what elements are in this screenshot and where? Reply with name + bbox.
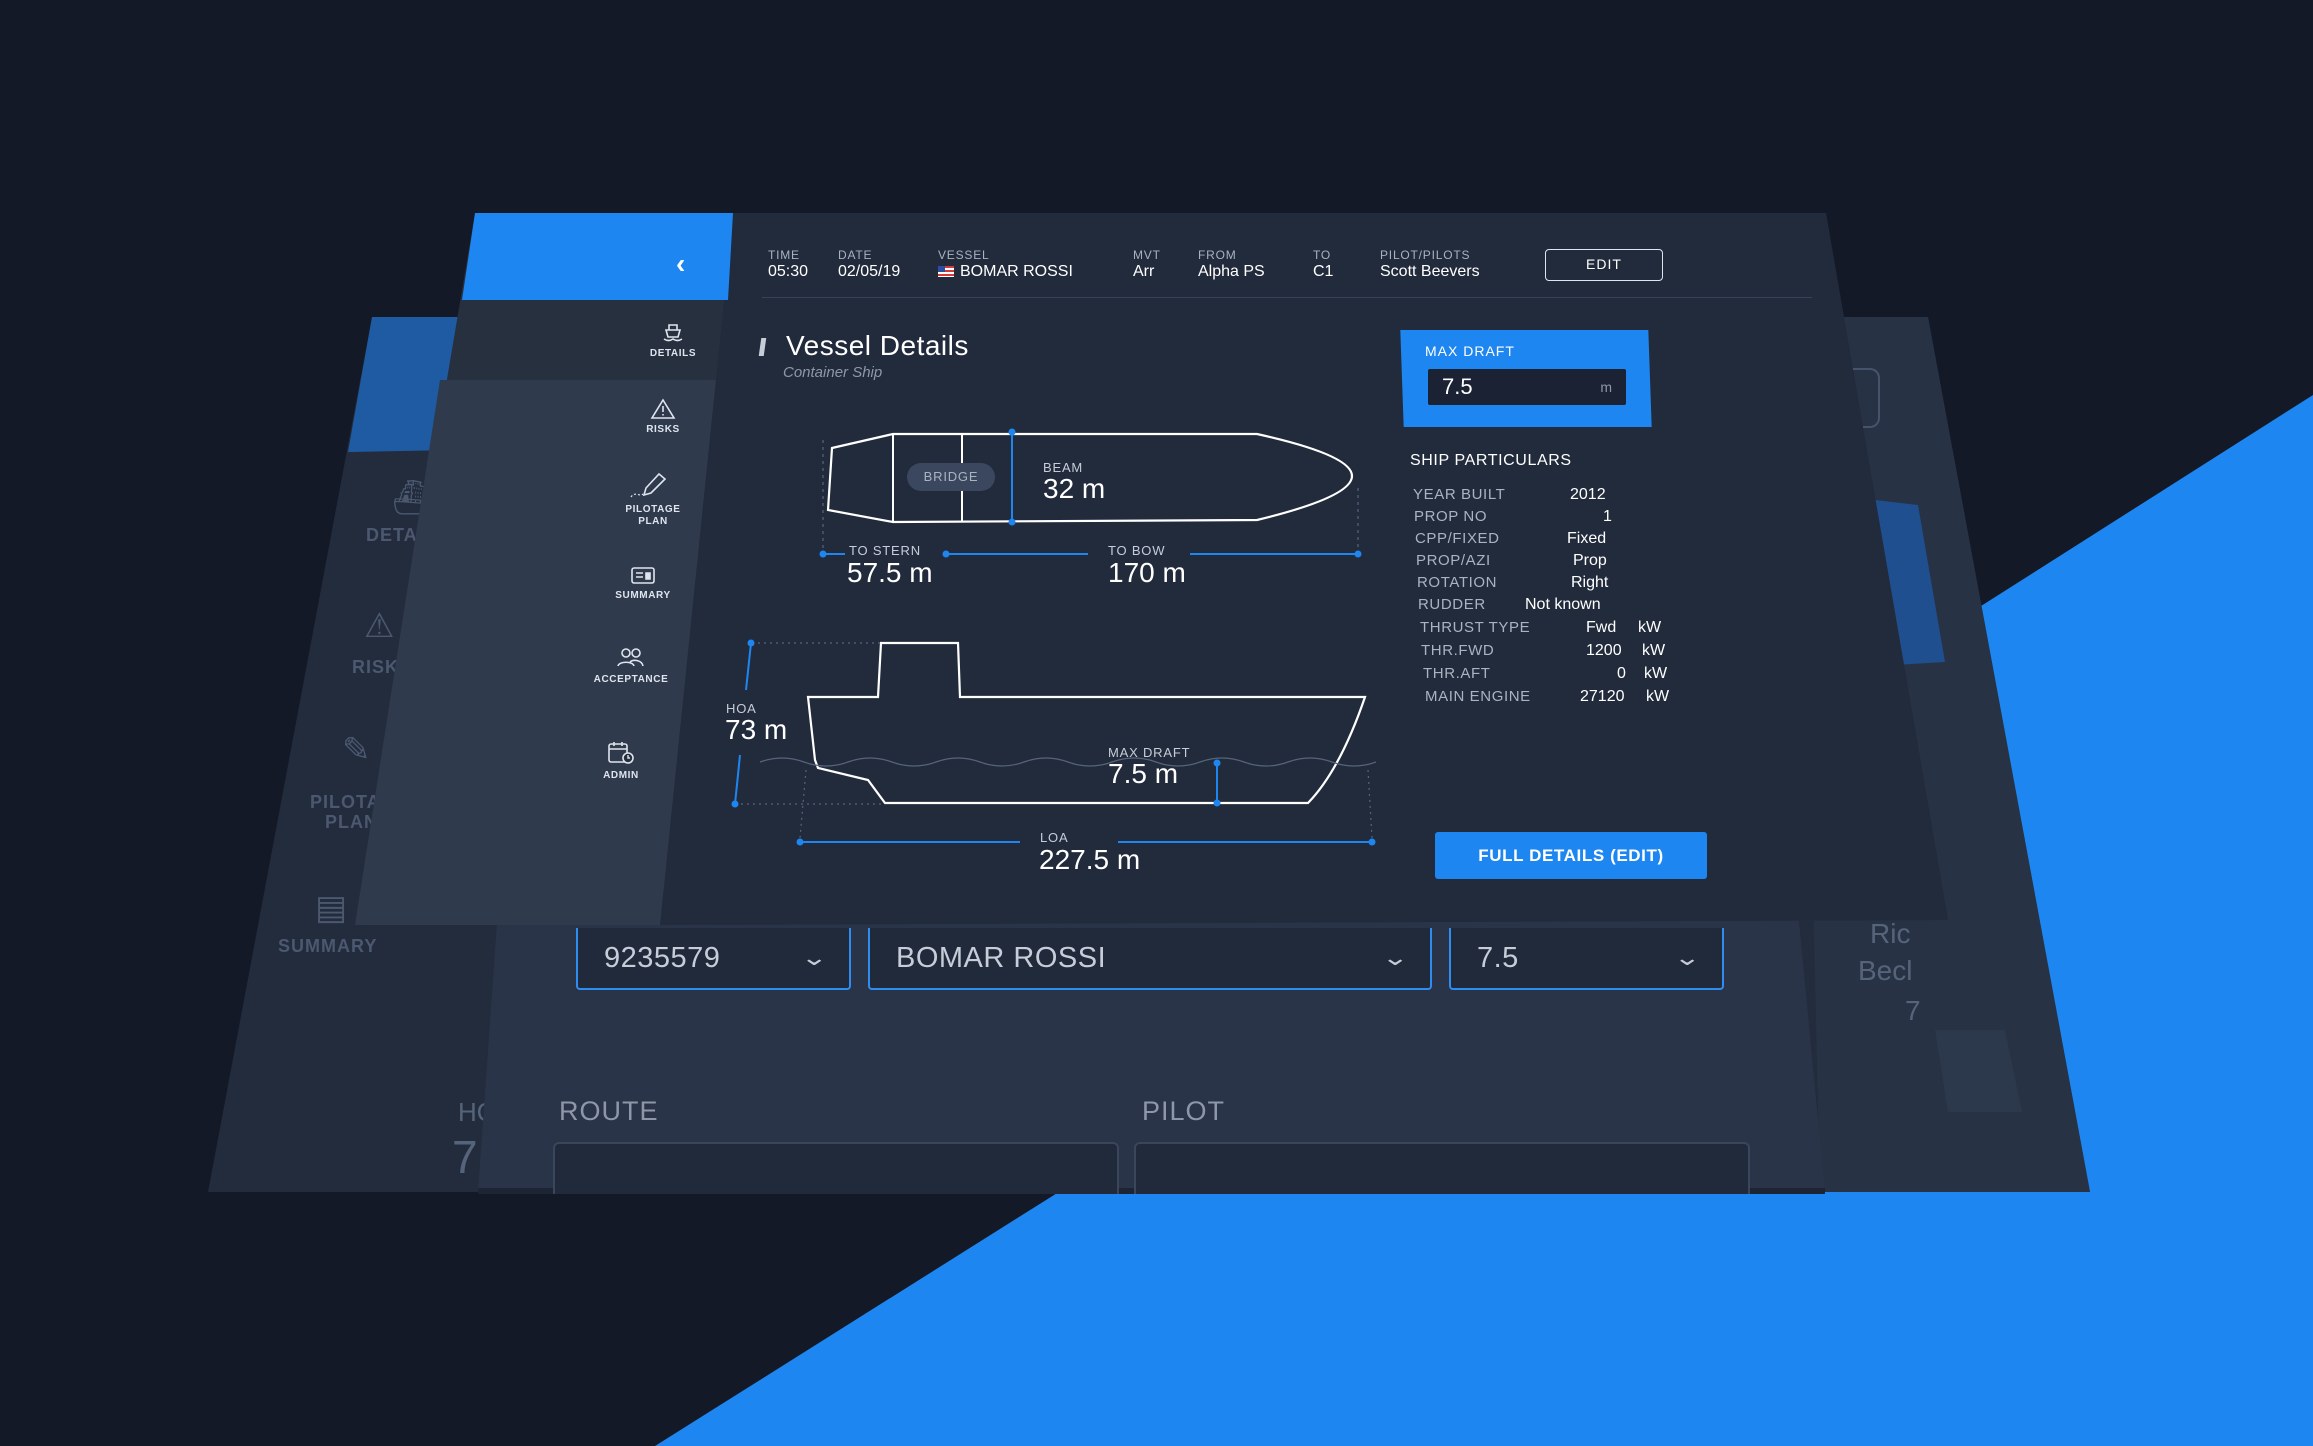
loa-marker-stern [796, 838, 804, 846]
draft-marker-bottom [1213, 799, 1221, 807]
particulars-unit: kW [1642, 642, 1666, 659]
to-stern-label: TO STERN [849, 543, 921, 558]
draft-marker-top [1213, 759, 1221, 767]
particulars-key: RUDDER [1418, 596, 1486, 613]
particulars-value: 2012 [1570, 486, 1606, 503]
loa-label: LOA [1040, 830, 1069, 845]
particulars-key: ROTATION [1417, 574, 1498, 591]
to-bow-value: 170 m [1108, 557, 1186, 588]
beam-marker-bottom [1008, 518, 1016, 526]
particulars-key: THR.AFT [1423, 665, 1491, 682]
particulars-key: PROP/AZI [1416, 552, 1491, 569]
full-details-edit-button[interactable]: FULL DETAILS (EDIT) [1435, 832, 1707, 879]
to-bow-label: TO BOW [1108, 543, 1166, 558]
particulars-key: YEAR BUILT [1413, 486, 1506, 503]
max-draft-card-label: MAX DRAFT [1425, 343, 1515, 359]
particulars-value: Fixed [1567, 530, 1607, 547]
particulars-key: PROP NO [1414, 508, 1488, 525]
bridge-label: BRIDGE [907, 463, 995, 491]
max-draft-diagram-value: 7.5 m [1108, 758, 1179, 789]
hoa-marker-bottom [731, 800, 739, 808]
particulars-key: THR.FWD [1421, 642, 1495, 659]
particulars-value: Fwd [1586, 619, 1617, 636]
beam-marker-top [1008, 428, 1016, 436]
hoa-marker-top [747, 639, 755, 647]
loa-guide-bow [1367, 769, 1373, 839]
particulars-value: 1 [1603, 508, 1612, 525]
particulars-unit: kW [1638, 619, 1662, 636]
particulars-value: Prop [1573, 552, 1607, 569]
particulars-unit: kW [1644, 665, 1668, 682]
particulars-key: MAIN ENGINE [1425, 688, 1531, 705]
particulars-value: Not known [1525, 596, 1601, 613]
waterline [759, 757, 1377, 767]
bridge-marker [942, 550, 950, 558]
particulars-value: Right [1571, 574, 1609, 591]
hoa-value: 73 m [725, 714, 788, 745]
hoa-line-top [745, 642, 752, 691]
ship-diagram [731, 428, 1377, 846]
particulars-key: CPP/FIXED [1415, 530, 1500, 547]
particulars-value: 1200 [1586, 642, 1622, 659]
particulars-value: 27120 [1580, 688, 1625, 705]
particulars-key: THRUST TYPE [1420, 619, 1531, 636]
stern-marker [819, 550, 827, 558]
max-draft-input[interactable]: 7.5 m [1428, 369, 1626, 405]
beam-value: 32 m [1043, 473, 1106, 504]
particulars-value: 0 [1617, 665, 1626, 682]
bow-marker [1354, 550, 1362, 558]
loa-marker-bow [1368, 838, 1376, 846]
max-draft-unit: m [1600, 379, 1612, 395]
ship-side-view-outline [806, 641, 1367, 805]
particulars-unit: kW [1646, 688, 1670, 705]
loa-value: 227.5 m [1039, 844, 1141, 875]
max-draft-input-value: 7.5 [1442, 374, 1473, 399]
hoa-line-bottom [734, 754, 741, 805]
to-stern-value: 57.5 m [847, 557, 933, 588]
ship-particulars-title: SHIP PARTICULARS [1410, 452, 1572, 469]
